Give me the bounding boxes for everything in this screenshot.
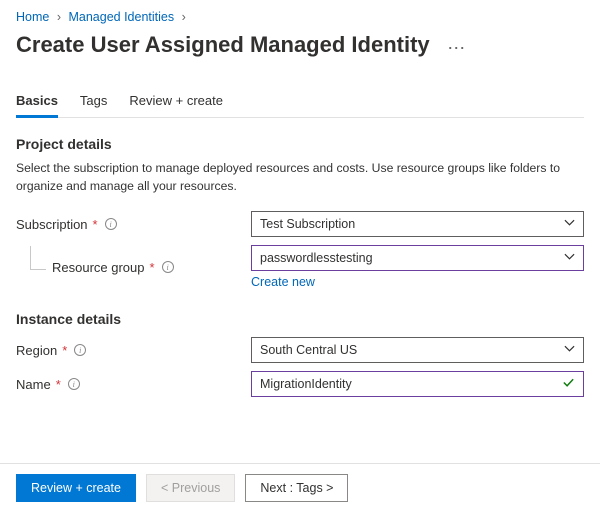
check-icon (562, 376, 575, 392)
instance-details-heading: Instance details (16, 311, 584, 327)
footer-bar: Review + create < Previous Next : Tags > (0, 463, 600, 516)
tab-bar: Basics Tags Review + create (16, 86, 584, 118)
name-value: MigrationIdentity (260, 377, 352, 391)
review-create-button[interactable]: Review + create (16, 474, 136, 502)
region-label: Region* i (16, 343, 251, 358)
resource-group-value: passwordlesstesting (260, 251, 373, 265)
breadcrumb: Home › Managed Identities › (16, 10, 584, 24)
subscription-value: Test Subscription (260, 217, 355, 231)
resource-group-select[interactable]: passwordlesstesting (251, 245, 584, 271)
more-actions-icon[interactable]: ⋯ (447, 38, 465, 59)
info-icon[interactable]: i (105, 218, 117, 230)
chevron-down-icon (564, 246, 575, 270)
breadcrumb-managed-identities[interactable]: Managed Identities (68, 10, 174, 24)
region-value: South Central US (260, 343, 357, 357)
subscription-label: Subscription* i (16, 217, 251, 232)
page-body: Home › Managed Identities › Create User … (0, 0, 600, 397)
name-input[interactable]: MigrationIdentity (251, 371, 584, 397)
create-new-link[interactable]: Create new (251, 275, 315, 289)
breadcrumb-home[interactable]: Home (16, 10, 49, 24)
name-label: Name* i (16, 377, 251, 392)
tab-review-create[interactable]: Review + create (129, 87, 223, 118)
previous-button: < Previous (146, 474, 235, 502)
info-icon[interactable]: i (68, 378, 80, 390)
chevron-right-icon: › (57, 10, 61, 24)
tab-tags[interactable]: Tags (80, 87, 107, 118)
project-details-description: Select the subscription to manage deploy… (16, 160, 584, 195)
tree-connector-icon (30, 246, 46, 270)
chevron-right-icon: › (182, 10, 186, 24)
info-icon[interactable]: i (74, 344, 86, 356)
project-details-heading: Project details (16, 136, 584, 152)
info-icon[interactable]: i (162, 261, 174, 273)
region-select[interactable]: South Central US (251, 337, 584, 363)
chevron-down-icon (564, 338, 575, 362)
next-button[interactable]: Next : Tags > (245, 474, 348, 502)
resource-group-label: Resource group* i (16, 260, 251, 275)
chevron-down-icon (564, 212, 575, 236)
page-title: Create User Assigned Managed Identity (16, 32, 430, 58)
subscription-select[interactable]: Test Subscription (251, 211, 584, 237)
tab-basics[interactable]: Basics (16, 87, 58, 118)
